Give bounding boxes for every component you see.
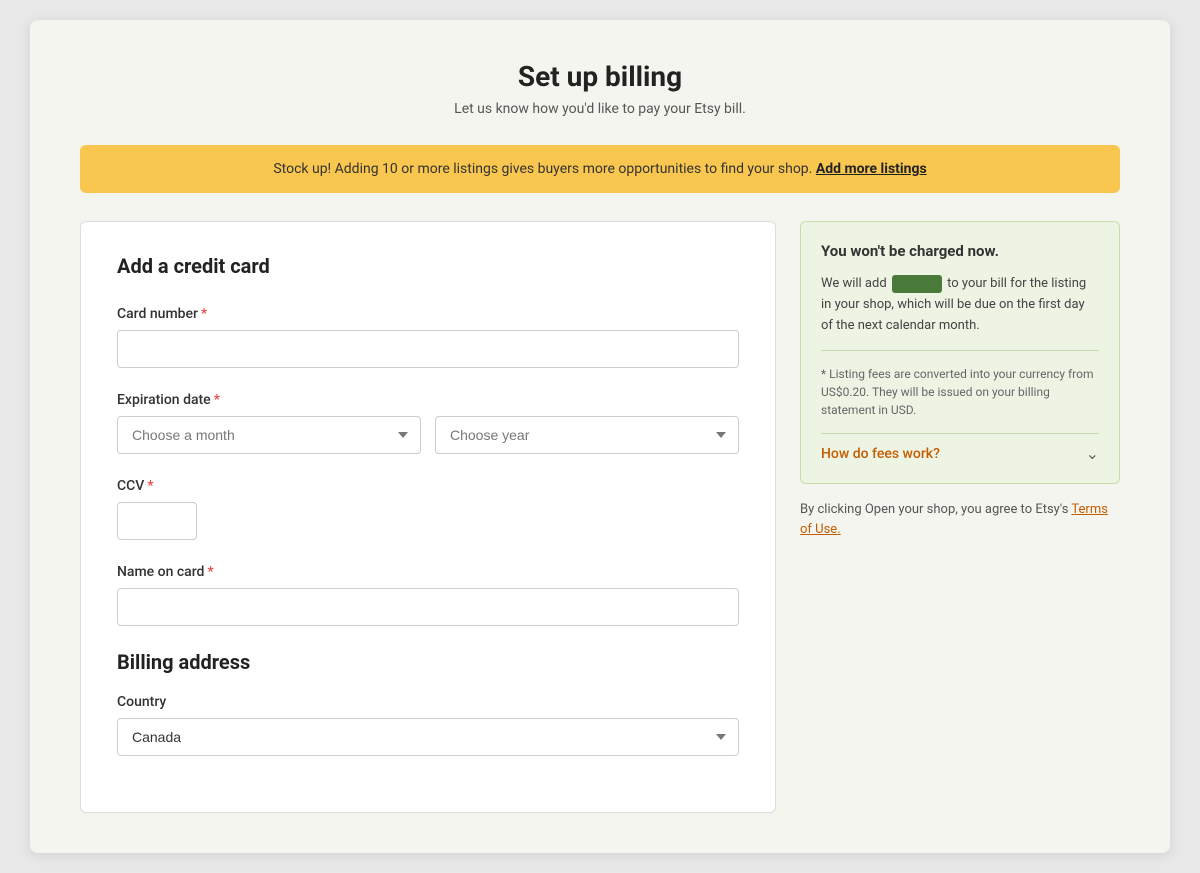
info-box-title: You won't be charged now.	[821, 242, 1099, 260]
card-number-input[interactable]	[117, 330, 739, 368]
main-content: Add a credit card Card number* Expiratio…	[80, 221, 1120, 813]
page-subtitle: Let us know how you'd like to pay your E…	[80, 101, 1120, 117]
chevron-down-icon: ⌄	[1086, 444, 1099, 463]
credit-card-section-title: Add a credit card	[117, 254, 739, 278]
info-box-body: We will add to your bill for the listing…	[821, 274, 1099, 336]
country-select[interactable]: Canada United States United Kingdom	[117, 718, 739, 756]
name-on-card-group: Name on card*	[117, 564, 739, 626]
name-on-card-label: Name on card*	[117, 564, 739, 580]
required-star-ccv: *	[147, 478, 153, 494]
blurred-amount	[892, 275, 942, 293]
terms-text: By clicking Open your shop, you agree to…	[800, 500, 1120, 539]
name-on-card-input[interactable]	[117, 588, 739, 626]
month-select[interactable]: Choose a month JanuaryFebruaryMarchApril…	[117, 416, 421, 454]
card-number-group: Card number*	[117, 306, 739, 368]
expiration-label: Expiration date*	[117, 392, 739, 408]
ccv-label: CCV*	[117, 478, 739, 494]
banner-text: Stock up! Adding 10 or more listings giv…	[273, 161, 812, 177]
country-label: Country	[117, 694, 739, 710]
page-title: Set up billing	[80, 60, 1120, 93]
add-listings-link[interactable]: Add more listings	[816, 161, 927, 177]
promo-banner: Stock up! Adding 10 or more listings giv…	[80, 145, 1120, 193]
expiry-row: Choose a month JanuaryFebruaryMarchApril…	[117, 416, 739, 454]
year-select[interactable]: Choose year 2024202520262027202820292030	[435, 416, 739, 454]
ccv-group: CCV*	[117, 478, 739, 540]
page-wrapper: Set up billing Let us know how you'd lik…	[30, 20, 1170, 853]
card-number-label: Card number*	[117, 306, 739, 322]
ccv-input[interactable]	[117, 502, 197, 540]
info-box-note: * Listing fees are converted into your c…	[821, 350, 1099, 419]
form-panel: Add a credit card Card number* Expiratio…	[80, 221, 776, 813]
side-panel: You won't be charged now. We will add to…	[800, 221, 1120, 539]
expiration-group: Expiration date* Choose a month JanuaryF…	[117, 392, 739, 454]
info-box: You won't be charged now. We will add to…	[800, 221, 1120, 484]
required-star: *	[201, 306, 207, 322]
fees-link[interactable]: How do fees work? ⌄	[821, 433, 1099, 463]
country-group: Country Canada United States United King…	[117, 694, 739, 756]
required-star-name: *	[207, 564, 213, 580]
required-star-exp: *	[214, 392, 220, 408]
billing-section-title: Billing address	[117, 650, 739, 674]
